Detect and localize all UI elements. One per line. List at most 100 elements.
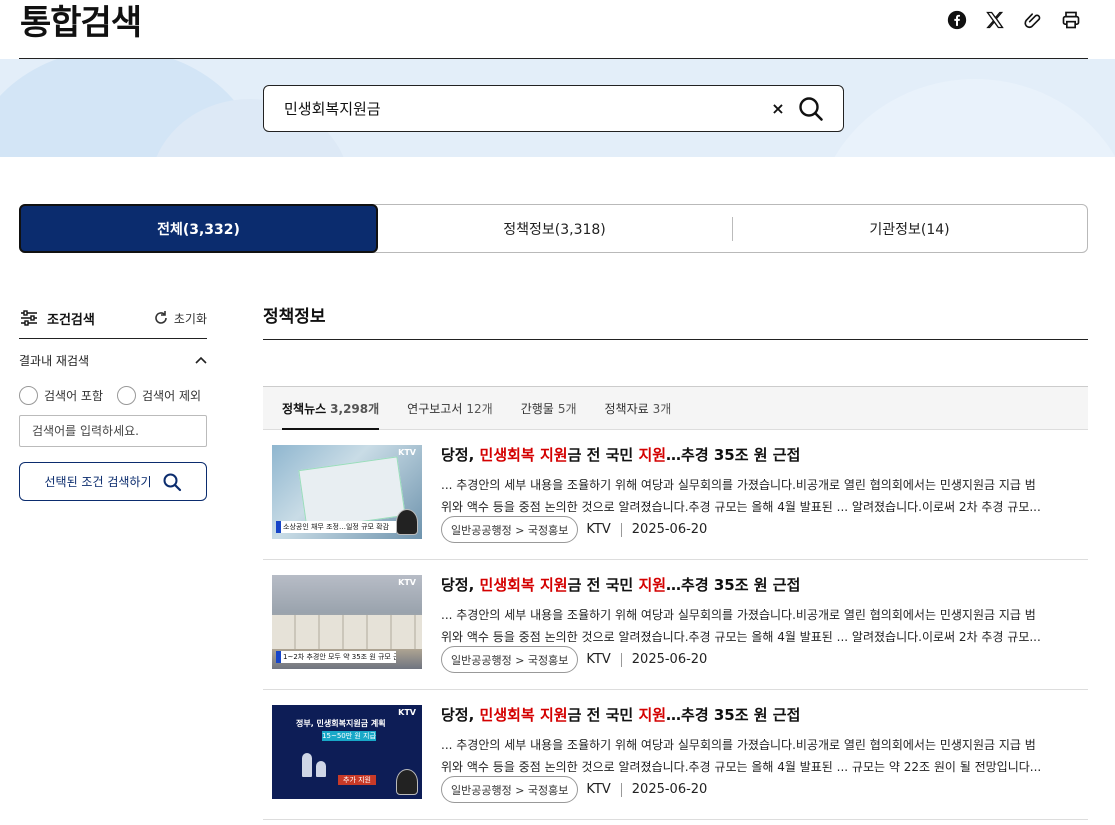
meta-divider — [620, 782, 622, 797]
search-input[interactable] — [284, 86, 754, 131]
search-icon — [799, 97, 823, 121]
result-thumbnail[interactable]: KTV 1~2차 추경안 모두 약 35조 원 규모 근접 예상 — [272, 575, 422, 669]
result-item: KTV 소상공인 채무 조정…일정 규모 확감 당정, 민생회복 지원금 전 국… — [263, 430, 1088, 560]
result-thumbnail[interactable]: KTV 정부, 민생회복지원금 계획 15~50만 원 지급 추가 지원 — [272, 705, 422, 799]
search-box: × — [263, 85, 844, 132]
ktv-logo: KTV — [398, 708, 416, 717]
thumb-caption: 1~2차 추경안 모두 약 35조 원 규모 근접 예상 — [276, 651, 396, 663]
x-twitter-icon[interactable] — [985, 8, 1005, 32]
subtab-count: 3개 — [652, 401, 672, 416]
desc-line: ... 추경안의 세부 내용을 조율하기 위해 여당과 실무회의를 가졌습니다.… — [441, 608, 1036, 622]
desc-line: 위와 액수 등을 중점 논의한 것으로 알려졌습니다.추경 규모는 올해 4월 … — [441, 760, 1042, 774]
radio-circle — [19, 386, 38, 405]
sign-language-interpreter — [396, 509, 418, 535]
result-meta: 일반공공행정 > 국정홍보 KTV 2025-06-20 — [441, 776, 707, 803]
thumb-slide-highlight: 15~50만 원 지급 — [322, 731, 376, 741]
refresh-icon — [155, 311, 167, 324]
result-description: ... 추경안의 세부 내용을 조율하기 위해 여당과 실무회의를 가졌습니다.… — [441, 734, 1077, 778]
radio-circle — [117, 386, 137, 405]
tab-policy-info[interactable]: 정책정보(3,318) — [377, 205, 732, 252]
result-title-link[interactable]: 당정, 민생회복 지원금 전 국민 지원…추경 35조 원 근접 — [441, 574, 800, 595]
desc-line: 위와 액수 등을 중점 논의한 것으로 알려졌습니다.추경 규모는 올해 4월 … — [441, 500, 1041, 514]
title-highlight: 민생회복 지원 — [479, 706, 568, 724]
search-button[interactable] — [797, 95, 825, 123]
result-title-link[interactable]: 당정, 민생회복 지원금 전 국민 지원…추경 35조 원 근접 — [441, 444, 800, 465]
apply-filter-button[interactable]: 선택된 조건 검색하기 — [19, 462, 207, 501]
filter-sidebar: 조건검색 초기화 결과내 재검색 검색어 포함 검색어 제외 선택된 조건 검색… — [19, 300, 207, 501]
person-figure — [302, 753, 312, 777]
tab-all[interactable]: 전체(3,332) — [19, 204, 378, 253]
section-divider — [263, 339, 1088, 340]
subtab-publications[interactable]: 간행물 5개 — [521, 387, 577, 429]
title-highlight: 민생회복 지원 — [479, 446, 568, 464]
result-tabs: 전체(3,332) 정책정보(3,318) 기관정보(14) — [19, 204, 1088, 253]
refine-section-toggle[interactable]: 결과내 재검색 — [19, 351, 207, 369]
meta-divider — [620, 652, 622, 667]
person-figure — [316, 761, 326, 777]
subtab-policy-materials[interactable]: 정책자료 3개 — [605, 387, 672, 429]
reset-button[interactable]: 초기화 — [153, 310, 207, 327]
result-title-link[interactable]: 당정, 민생회복 지원금 전 국민 지원…추경 35조 원 근접 — [441, 704, 800, 725]
thumb-boxes-graphic — [272, 615, 422, 649]
thumb-caption: 소상공인 채무 조정…일정 규모 확감 — [276, 521, 396, 533]
radio-exclude-label: 검색어 제외 — [142, 389, 202, 403]
radio-include[interactable]: 검색어 포함 — [19, 386, 103, 405]
category-tag[interactable]: 일반공공행정 > 국정홍보 — [441, 516, 579, 543]
refine-search-input[interactable] — [19, 415, 207, 447]
result-item: KTV 정부, 민생회복지원금 계획 15~50만 원 지급 추가 지원 당정,… — [263, 690, 1088, 820]
filter-title: 조건검색 — [19, 309, 95, 328]
subtab-count: 5개 — [557, 401, 577, 416]
share-toolbar — [947, 8, 1081, 32]
radio-include-label: 검색어 포함 — [44, 389, 104, 403]
decor-blob — [815, 79, 1115, 157]
link-clip-icon[interactable] — [1023, 8, 1043, 32]
subtab-label: 정책자료 — [604, 401, 649, 416]
sign-language-interpreter — [396, 769, 418, 795]
title-highlight: 지원 — [638, 706, 667, 724]
filter-title-label: 조건검색 — [47, 312, 95, 328]
result-list: KTV 소상공인 채무 조정…일정 규모 확감 당정, 민생회복 지원금 전 국… — [263, 430, 1088, 820]
result-date: 2025-06-20 — [631, 652, 708, 667]
category-tag[interactable]: 일반공공행정 > 국정홍보 — [441, 646, 579, 673]
search-band: × — [0, 59, 1115, 157]
page-title: 통합검색 — [20, 3, 142, 43]
result-date: 2025-06-20 — [631, 782, 708, 797]
refine-mode-group: 검색어 포함 검색어 제외 — [19, 386, 207, 405]
title-text: 당정, — [441, 706, 480, 724]
title-text: 당정, — [441, 576, 480, 594]
result-meta: 일반공공행정 > 국정홍보 KTV 2025-06-20 — [441, 516, 707, 543]
filter-header: 조건검색 초기화 — [19, 300, 207, 339]
subtab-label: 정책뉴스 — [282, 401, 327, 416]
facebook-icon[interactable] — [947, 8, 967, 32]
print-icon[interactable] — [1061, 8, 1081, 32]
subtab-label: 연구보고서 — [407, 401, 463, 416]
chevron-up-icon — [195, 356, 207, 364]
title-highlight: 지원 — [638, 576, 667, 594]
reset-label: 초기화 — [173, 311, 207, 326]
radio-exclude[interactable]: 검색어 제외 — [117, 386, 201, 405]
title-highlight: 지원 — [638, 446, 667, 464]
result-thumbnail[interactable]: KTV 소상공인 채무 조정…일정 규모 확감 — [272, 445, 422, 539]
subtab-research-reports[interactable]: 연구보고서 12개 — [407, 387, 493, 429]
tab-agency-info[interactable]: 기관정보(14) — [732, 205, 1087, 252]
result-meta: 일반공공행정 > 국정홍보 KTV 2025-06-20 — [441, 646, 707, 673]
subtab-count: 12개 — [466, 401, 493, 416]
result-source: KTV — [586, 522, 611, 537]
thumb-slide-title: 정부, 민생회복지원금 계획 — [296, 719, 386, 728]
thumb-screen-graphic — [298, 456, 406, 530]
result-description: ... 추경안의 세부 내용을 조율하기 위해 여당과 실무회의를 가졌습니다.… — [441, 474, 1077, 518]
refine-label: 결과내 재검색 — [19, 353, 90, 368]
sub-tabs: 정책뉴스 3,298개 연구보고서 12개 간행물 5개 정책자료 3개 — [263, 386, 1088, 430]
subtab-policy-news[interactable]: 정책뉴스 3,298개 — [282, 387, 380, 430]
desc-line: 위와 액수 등을 중점 논의한 것으로 알려졌습니다.추경 규모는 올해 4월 … — [441, 630, 1041, 644]
category-tag[interactable]: 일반공공행정 > 국정홍보 — [441, 776, 579, 803]
sliders-icon — [21, 310, 37, 326]
title-text: 금 전 국민 — [567, 576, 639, 594]
tab-divider — [732, 217, 733, 241]
clear-search-button[interactable]: × — [769, 98, 787, 118]
tab-label: 정책정보(3,318) — [503, 221, 606, 238]
subtab-count: 3,298개 — [330, 401, 380, 416]
result-item: KTV 1~2차 추경안 모두 약 35조 원 규모 근접 예상 당정, 민생회… — [263, 560, 1088, 690]
search-icon — [163, 473, 181, 491]
subtab-label: 간행물 — [520, 401, 554, 416]
